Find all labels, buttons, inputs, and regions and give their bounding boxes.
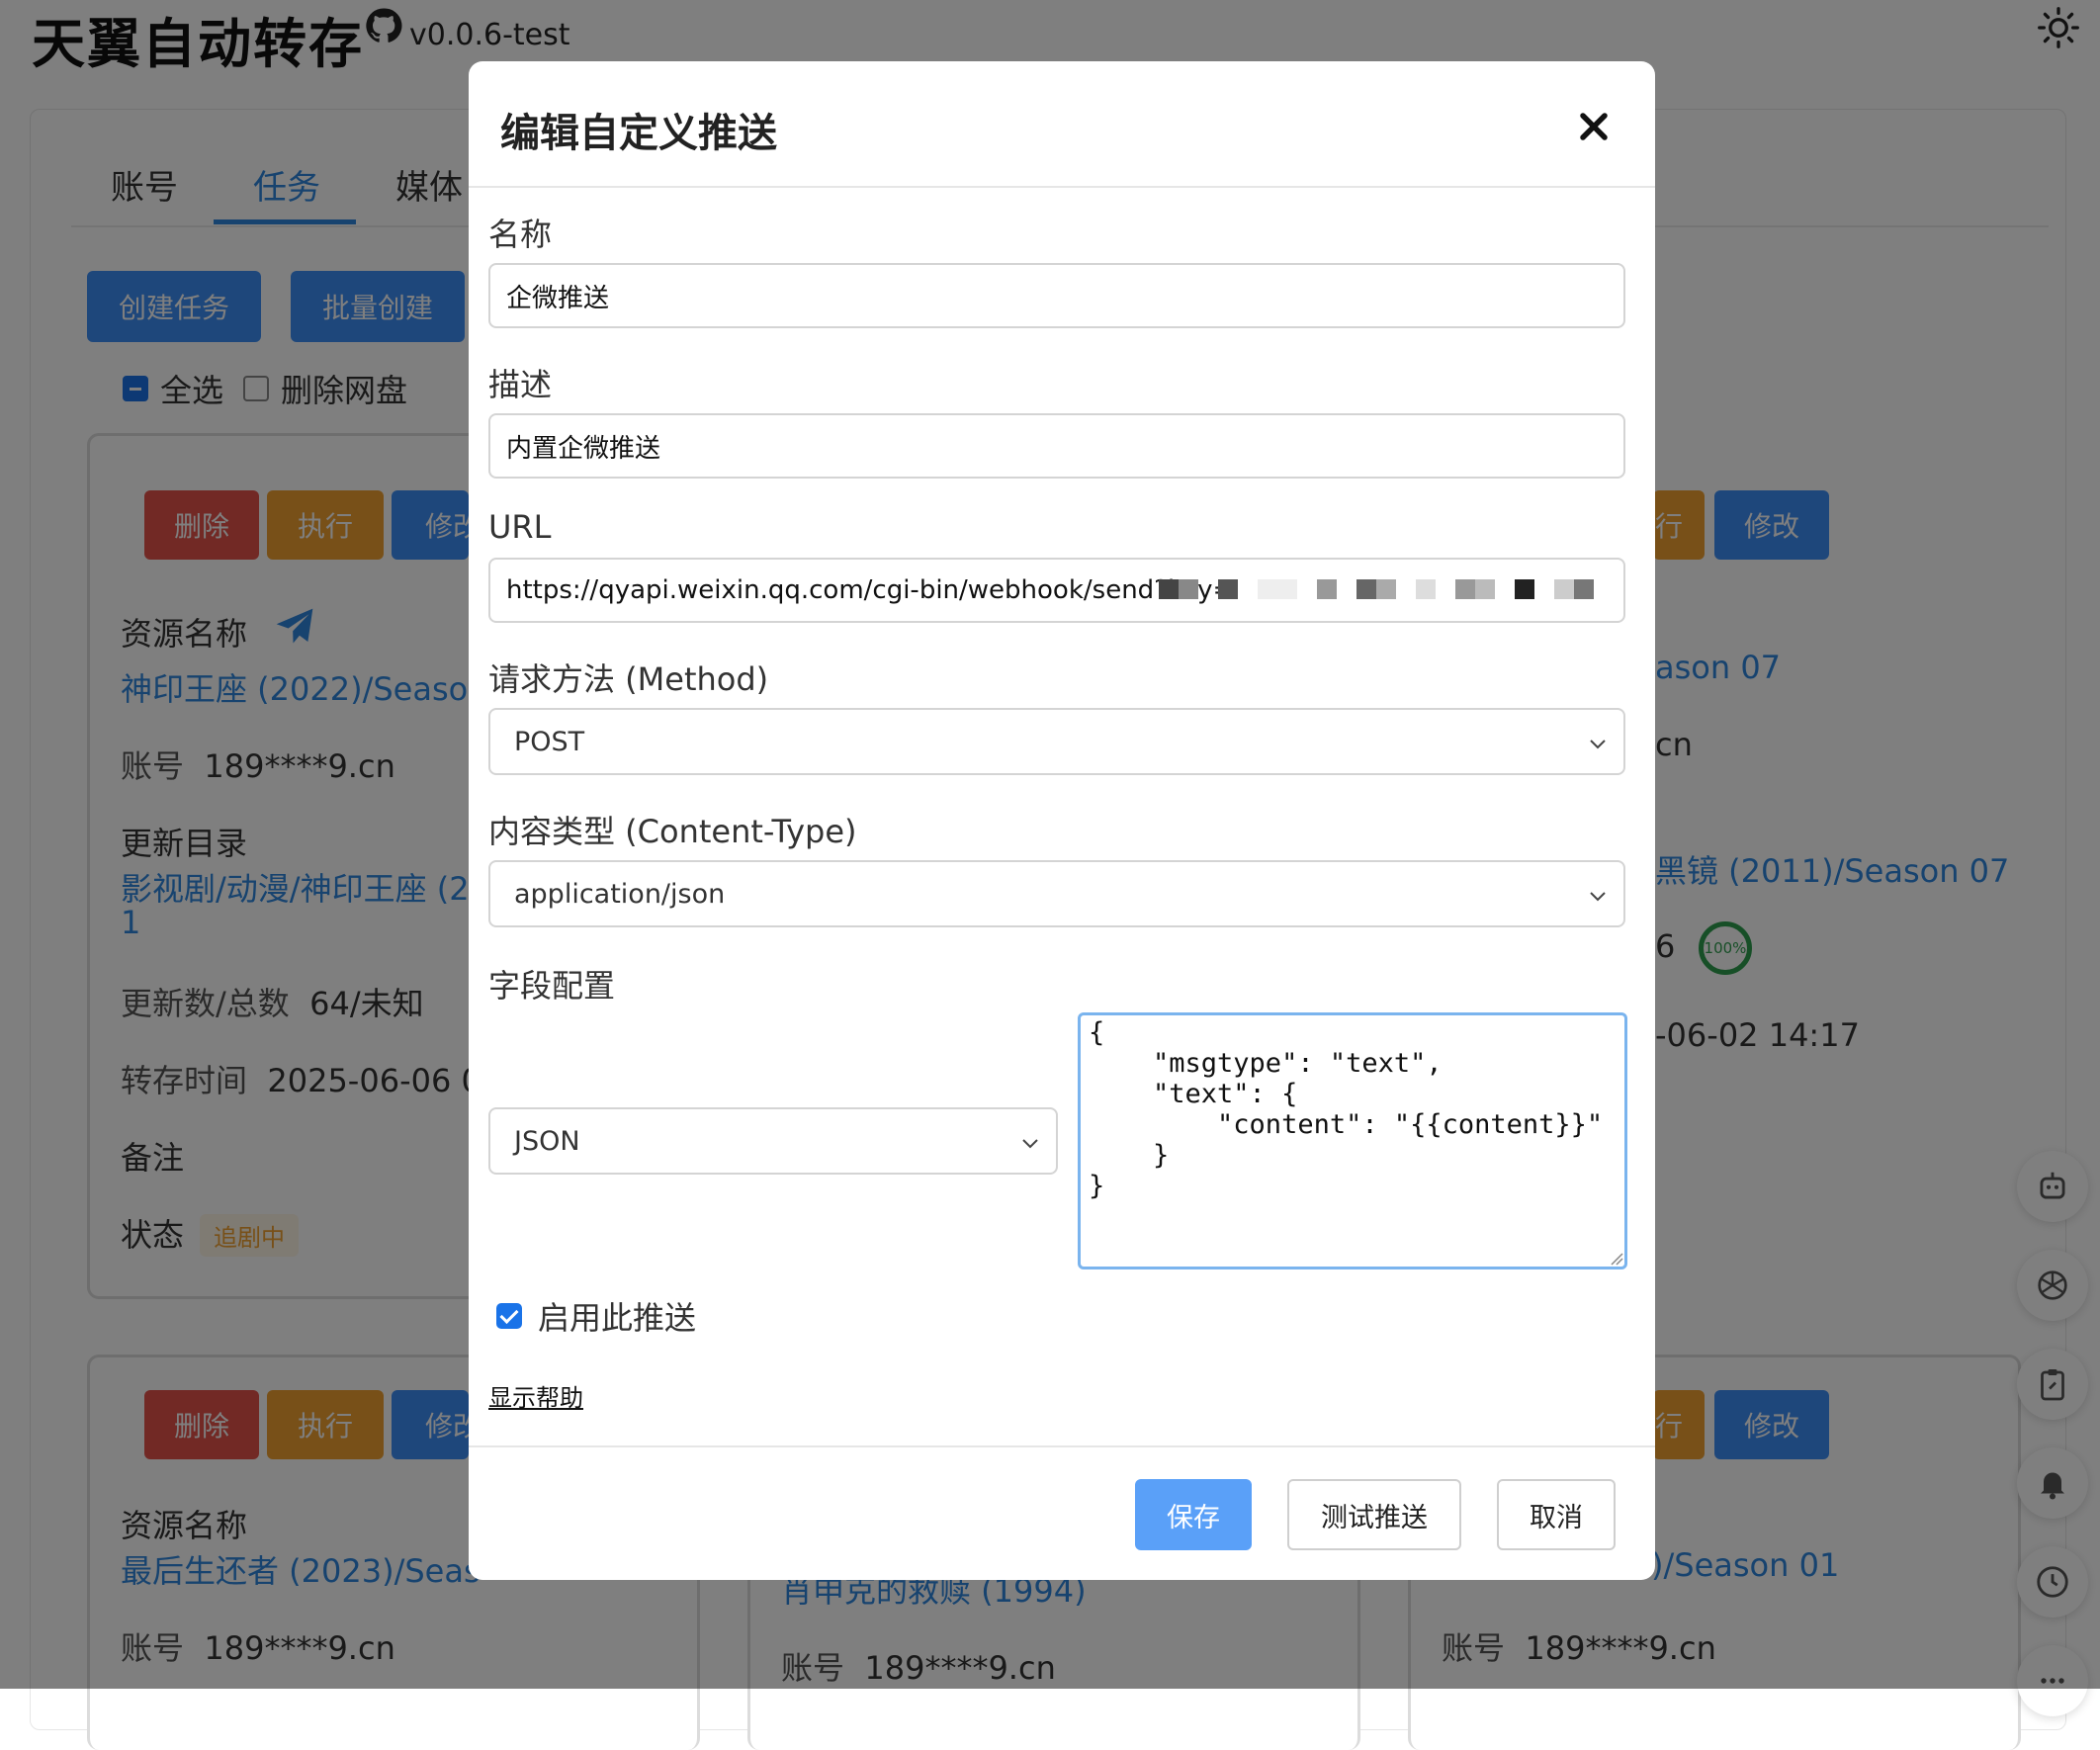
url-value: https://qyapi.weixin.qq.com/cgi-bin/webh… <box>506 575 1235 605</box>
edit-push-dialog: 编辑自定义推送 名称 描述 URL https://qyapi.weixin.q… <box>469 61 1655 1580</box>
fields-format-select[interactable]: JSON <box>488 1107 1058 1175</box>
resize-handle-icon[interactable] <box>1610 1252 1623 1266</box>
enable-push-label: 启用此推送 <box>538 1299 697 1337</box>
url-label: URL <box>488 508 552 546</box>
fields-config-label: 字段配置 <box>488 967 616 1005</box>
cancel-button[interactable]: 取消 <box>1497 1479 1616 1550</box>
url-input[interactable]: https://qyapi.weixin.qq.com/cgi-bin/webh… <box>488 558 1625 623</box>
content-type-value: application/json <box>514 878 726 910</box>
close-icon[interactable] <box>1572 105 1616 148</box>
method-label: 请求方法 (Method) <box>488 660 769 698</box>
content-type-select[interactable]: application/json <box>488 860 1625 927</box>
fields-json-editor[interactable]: { "msgtype": "text", "text": { "content"… <box>1078 1012 1627 1269</box>
method-value: POST <box>514 726 585 757</box>
name-input[interactable] <box>488 263 1625 328</box>
header-divider <box>469 186 1655 188</box>
description-input[interactable] <box>488 413 1625 479</box>
chevron-down-icon <box>1022 1139 1038 1149</box>
show-help-link[interactable]: 显示帮助 <box>488 1378 583 1413</box>
save-button[interactable]: 保存 <box>1135 1479 1252 1550</box>
checked-checkbox-icon <box>496 1303 522 1329</box>
chevron-down-icon <box>1590 892 1606 902</box>
chevron-down-icon <box>1590 740 1606 749</box>
fields-format-value: JSON <box>514 1125 580 1157</box>
dialog-title: 编辑自定义推送 <box>500 111 777 156</box>
name-label: 名称 <box>488 216 553 253</box>
content-type-label: 内容类型 (Content-Type) <box>488 813 857 850</box>
description-label: 描述 <box>488 366 553 403</box>
footer-divider <box>469 1445 1655 1447</box>
test-push-button[interactable]: 测试推送 <box>1287 1479 1461 1550</box>
method-select[interactable]: POST <box>488 708 1625 775</box>
enable-push-checkbox[interactable]: 启用此推送 <box>496 1293 696 1339</box>
